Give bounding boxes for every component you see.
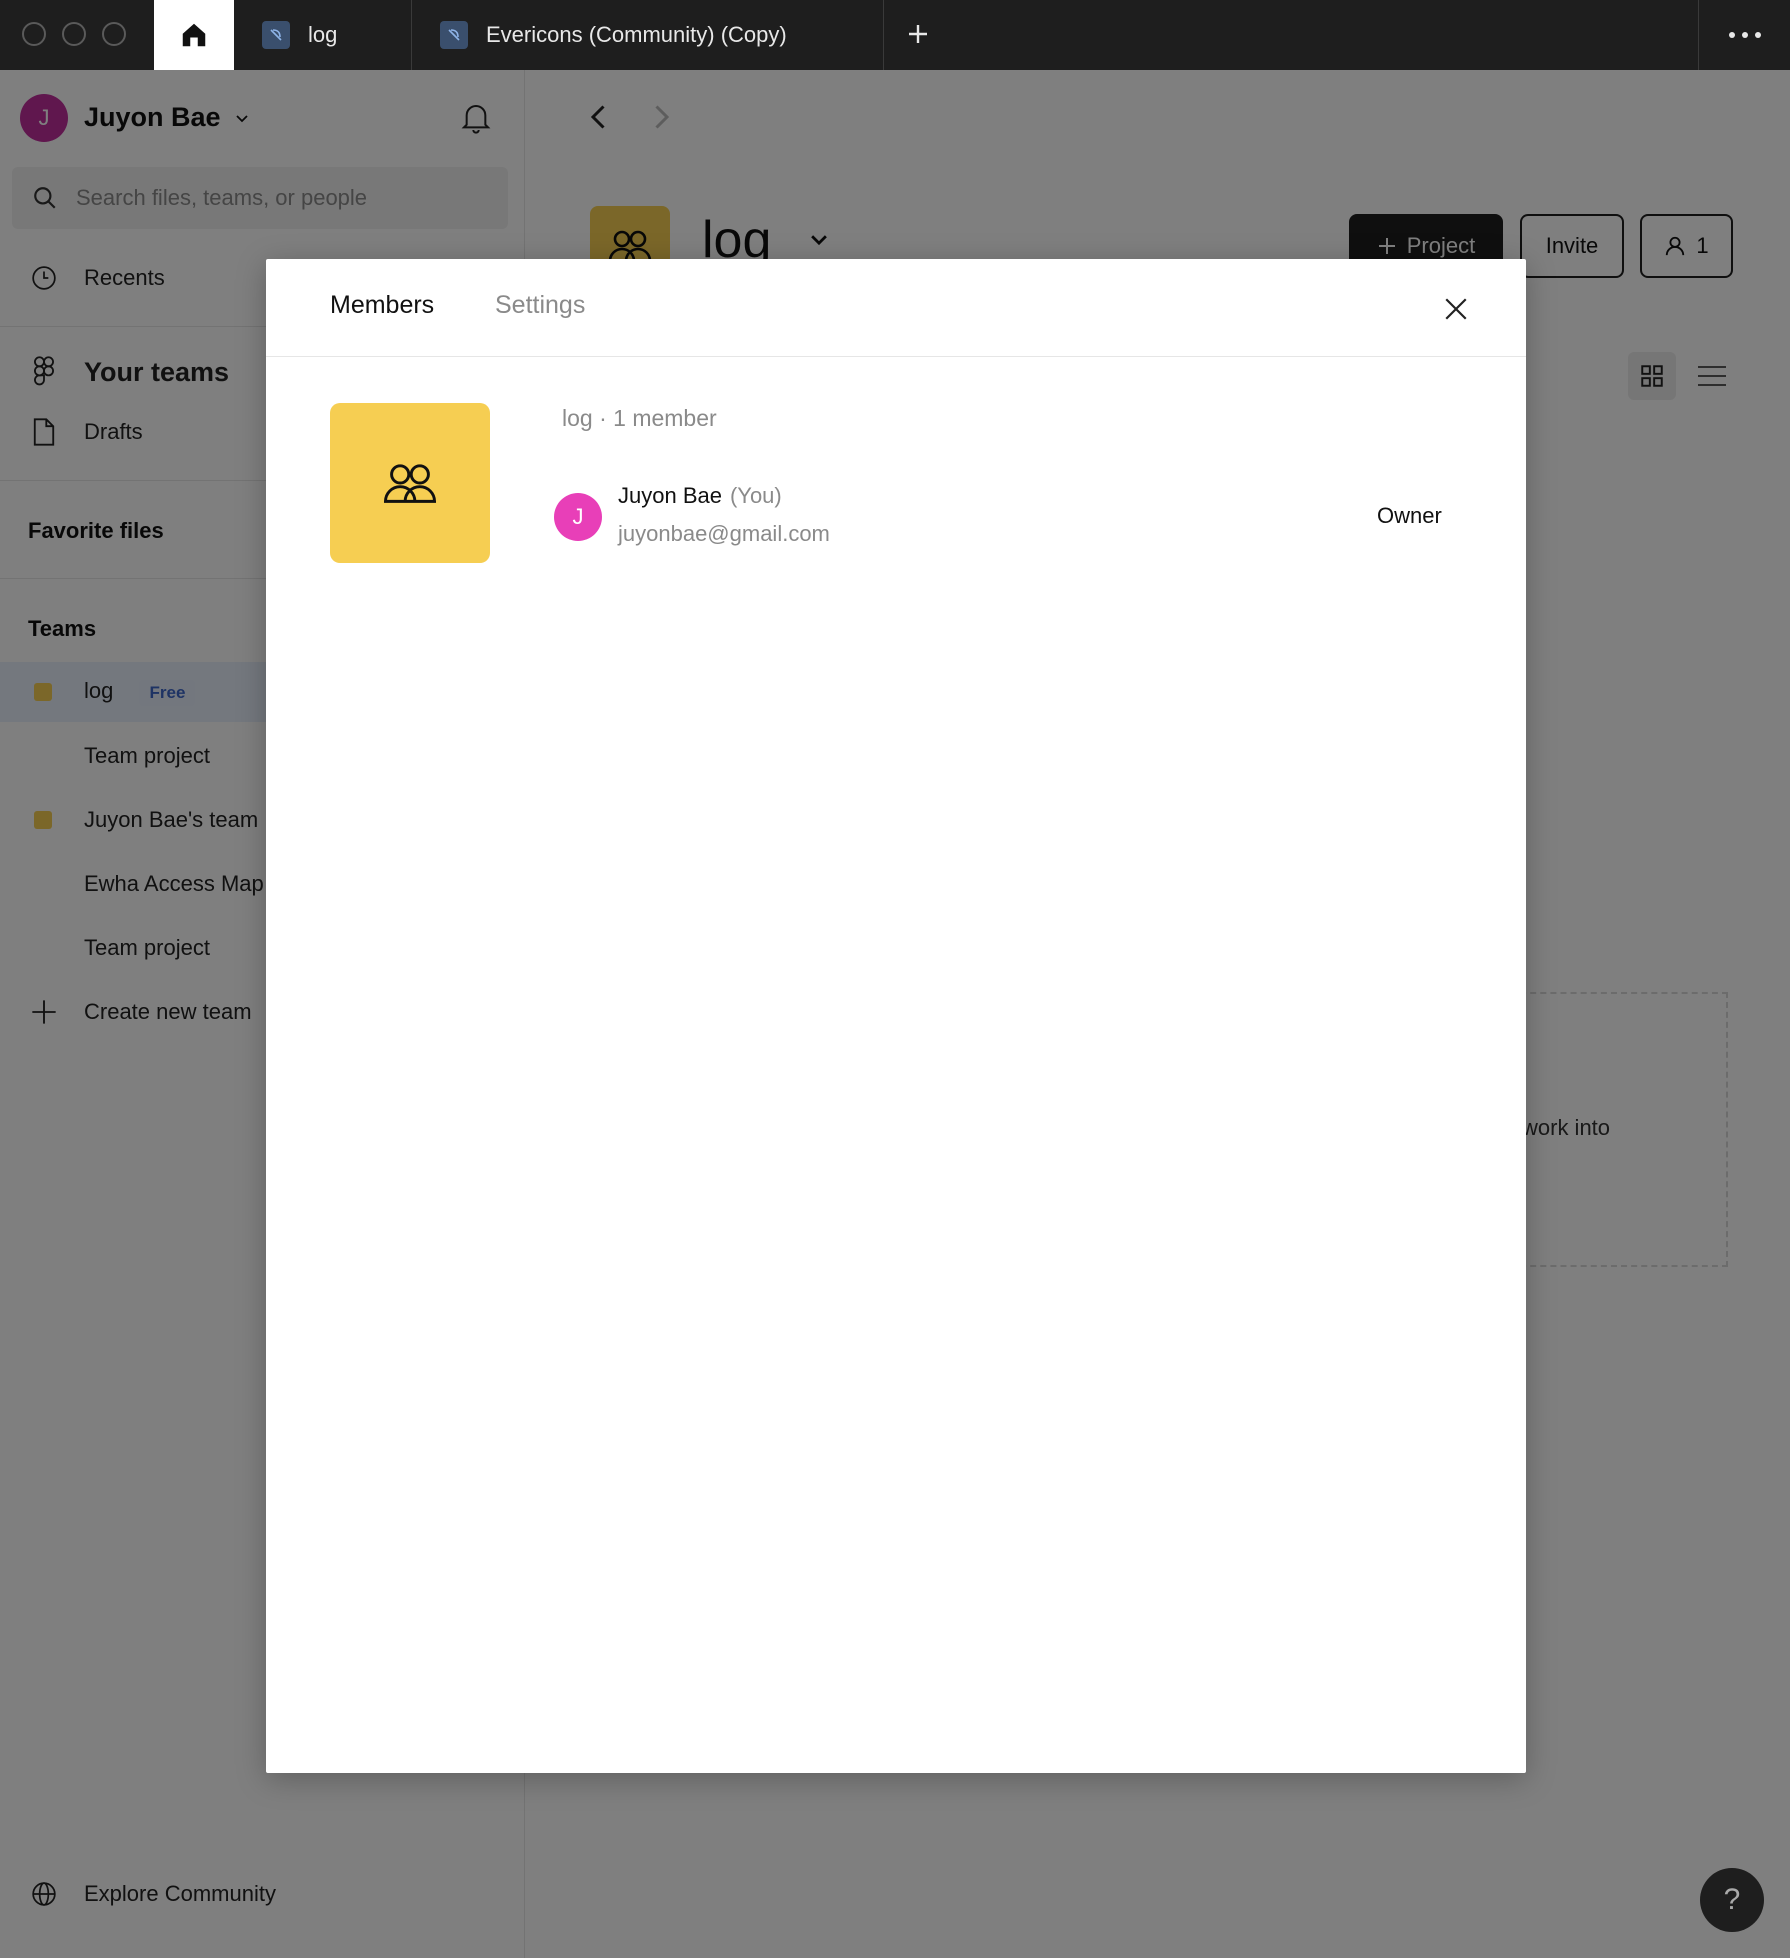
home-tab[interactable]: [154, 0, 234, 70]
file-tab-log[interactable]: log: [262, 0, 412, 70]
member-summary: log · 1 member: [562, 405, 717, 431]
file-tab-label: log: [308, 22, 338, 47]
ellipsis-icon: [1728, 32, 1761, 38]
window-zoom-control[interactable]: [102, 22, 126, 46]
member-avatar: J: [554, 493, 602, 541]
window-close-control[interactable]: [22, 22, 46, 46]
new-tab-button[interactable]: [900, 16, 936, 52]
close-button[interactable]: [1436, 289, 1476, 329]
close-icon: [1445, 298, 1467, 320]
figma-file-icon: [440, 21, 468, 49]
tab-bar: log Evericons (Community) (Copy): [0, 0, 1790, 70]
team-avatar-large: [330, 403, 490, 563]
team-icon: [383, 464, 437, 503]
member-email: juyonbae@gmail.com: [618, 521, 830, 546]
home-icon: [182, 23, 206, 47]
help-button[interactable]: ?: [1700, 1868, 1764, 1932]
modal-header-divider: [266, 356, 1526, 357]
tab-settings[interactable]: Settings: [495, 291, 585, 320]
tab-members[interactable]: Members: [330, 291, 434, 320]
more-options-button[interactable]: [1698, 0, 1790, 70]
member-role: Owner: [1377, 503, 1442, 528]
team-members-modal: Members Settings log · 1 member J Juyon …: [266, 259, 1526, 1773]
plus-icon: [909, 25, 927, 43]
file-tab-evericons[interactable]: Evericons (Community) (Copy): [440, 0, 884, 70]
you-tag: (You): [729, 483, 782, 508]
figma-file-icon: [262, 21, 290, 49]
window-minimize-control[interactable]: [62, 22, 86, 46]
file-tab-label: Evericons (Community) (Copy): [486, 22, 787, 47]
member-name: Juyon Bae (You): [618, 483, 782, 508]
